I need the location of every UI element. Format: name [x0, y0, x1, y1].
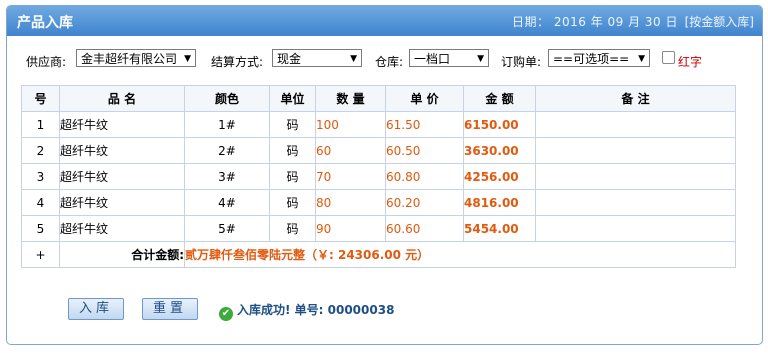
total-label: 合计金额:	[59, 241, 185, 268]
col-header-no: 号	[21, 85, 60, 112]
row-no: 2	[21, 137, 60, 164]
unit-cell[interactable]: 码	[269, 215, 316, 242]
chevron-down-icon: ▼	[638, 54, 645, 64]
amount-cell: 5454.00	[463, 215, 536, 242]
col-header-amount: 金 额	[463, 85, 536, 112]
col-header-name: 品 名	[59, 85, 185, 112]
amount-cell: 3630.00	[463, 137, 536, 164]
success-message: ✔ 入库成功! 单号: 00000038	[219, 301, 394, 321]
amount-mode-link[interactable]: [按金额入库]	[685, 13, 754, 30]
price-cell[interactable]: 60.50	[385, 137, 464, 164]
price-cell[interactable]: 60.20	[385, 189, 464, 216]
product-name-cell[interactable]: 超纤牛纹	[59, 189, 185, 216]
quantity-cell[interactable]: 60	[315, 137, 386, 164]
unit-cell[interactable]: 码	[269, 137, 316, 164]
panel-titlebar: 产品入库 日期： 2016 年 09 月 30 日 [按金额入库]	[7, 6, 762, 36]
color-cell[interactable]: 3#	[184, 163, 270, 190]
supplier-select[interactable]: 金丰超纤有限公司 ▼	[76, 49, 196, 67]
reset-button[interactable]: 重置	[142, 298, 198, 320]
row-no: 1	[21, 111, 60, 138]
supplier-label: 供应商:	[26, 55, 67, 69]
warehouse-select-value: 一档口	[414, 52, 451, 66]
success-text: 入库成功! 单号: 00000038	[237, 303, 395, 317]
red-flag-label: 红字	[678, 55, 703, 69]
note-cell[interactable]	[535, 215, 736, 242]
amount-cell: 4256.00	[463, 163, 536, 190]
unit-cell[interactable]: 码	[269, 111, 316, 138]
note-cell[interactable]	[535, 189, 736, 216]
submit-stock-in-button[interactable]: 入库	[68, 298, 124, 320]
chevron-down-icon: ▼	[184, 54, 191, 64]
add-row-button[interactable]: +	[21, 241, 60, 268]
col-header-note: 备 注	[535, 85, 736, 112]
payment-select[interactable]: 现金 ▼	[272, 49, 362, 67]
total-amount: 贰万肆仟叁佰零陆元整（￥: 24306.00 元）	[184, 241, 736, 268]
total-row: + 合计金额: 贰万肆仟叁佰零陆元整（￥: 24306.00 元）	[21, 241, 736, 268]
row-no: 5	[21, 215, 60, 242]
table-row: 2 超纤牛纹 2# 码 60 60.50 3630.00	[21, 137, 736, 164]
quantity-cell[interactable]: 80	[315, 189, 386, 216]
warehouse-label: 仓库:	[375, 55, 404, 69]
date-display: 日期： 2016 年 09 月 30 日	[512, 15, 678, 29]
note-cell[interactable]	[535, 163, 736, 190]
note-cell[interactable]	[535, 137, 736, 164]
filter-bar: 供应商: 金丰超纤有限公司 ▼ 结算方式: 现金 ▼ 仓库: 一档口 ▼ 订购单…	[20, 49, 740, 71]
color-cell[interactable]: 2#	[184, 137, 270, 164]
unit-cell[interactable]: 码	[269, 163, 316, 190]
amount-cell: 4816.00	[463, 189, 536, 216]
quantity-cell[interactable]: 70	[315, 163, 386, 190]
amount-cell: 6150.00	[463, 111, 536, 138]
price-cell[interactable]: 60.60	[385, 215, 464, 242]
table-row: 1 超纤牛纹 1# 码 100 61.50 6150.00	[21, 111, 736, 138]
chevron-down-icon: ▼	[350, 54, 357, 64]
table-row: 4 超纤牛纹 4# 码 80 60.20 4816.00	[21, 189, 736, 216]
check-circle-icon: ✔	[219, 307, 233, 321]
order-label: 订购单:	[501, 55, 542, 69]
col-header-unit: 单位	[269, 85, 316, 112]
note-cell[interactable]	[535, 111, 736, 138]
red-flag-checkbox[interactable]	[662, 51, 675, 64]
order-select[interactable]: ==可选项== ▼	[548, 49, 650, 67]
product-name-cell[interactable]: 超纤牛纹	[59, 163, 185, 190]
quantity-cell[interactable]: 100	[315, 111, 386, 138]
product-table: 号 品 名 颜色 单位 数 量 单 价 金 额 备 注 1 超纤牛纹 1# 码 …	[21, 85, 736, 268]
payment-label: 结算方式:	[211, 55, 264, 69]
color-cell[interactable]: 5#	[184, 215, 270, 242]
unit-cell[interactable]: 码	[269, 189, 316, 216]
color-cell[interactable]: 4#	[184, 189, 270, 216]
chevron-down-icon: ▼	[477, 54, 484, 64]
table-row: 3 超纤牛纹 3# 码 70 60.80 4256.00	[21, 163, 736, 190]
order-select-value: ==可选项==	[553, 52, 630, 66]
row-no: 3	[21, 163, 60, 190]
table-header-row: 号 品 名 颜色 单位 数 量 单 价 金 额 备 注	[21, 85, 736, 112]
quantity-cell[interactable]: 90	[315, 215, 386, 242]
supplier-select-value: 金丰超纤有限公司	[81, 52, 178, 66]
col-header-qty: 数 量	[315, 85, 386, 112]
payment-select-value: 现金	[277, 52, 302, 66]
col-header-price: 单 价	[385, 85, 464, 112]
page-title: 产品入库	[17, 15, 73, 31]
table-row: 5 超纤牛纹 5# 码 90 60.60 5454.00	[21, 215, 736, 242]
warehouse-select[interactable]: 一档口 ▼	[409, 49, 489, 67]
color-cell[interactable]: 1#	[184, 111, 270, 138]
row-no: 4	[21, 189, 60, 216]
product-name-cell[interactable]: 超纤牛纹	[59, 215, 185, 242]
price-cell[interactable]: 60.80	[385, 163, 464, 190]
product-name-cell[interactable]: 超纤牛纹	[59, 137, 185, 164]
col-header-color: 颜色	[184, 85, 270, 112]
product-name-cell[interactable]: 超纤牛纹	[59, 111, 185, 138]
price-cell[interactable]: 61.50	[385, 111, 464, 138]
